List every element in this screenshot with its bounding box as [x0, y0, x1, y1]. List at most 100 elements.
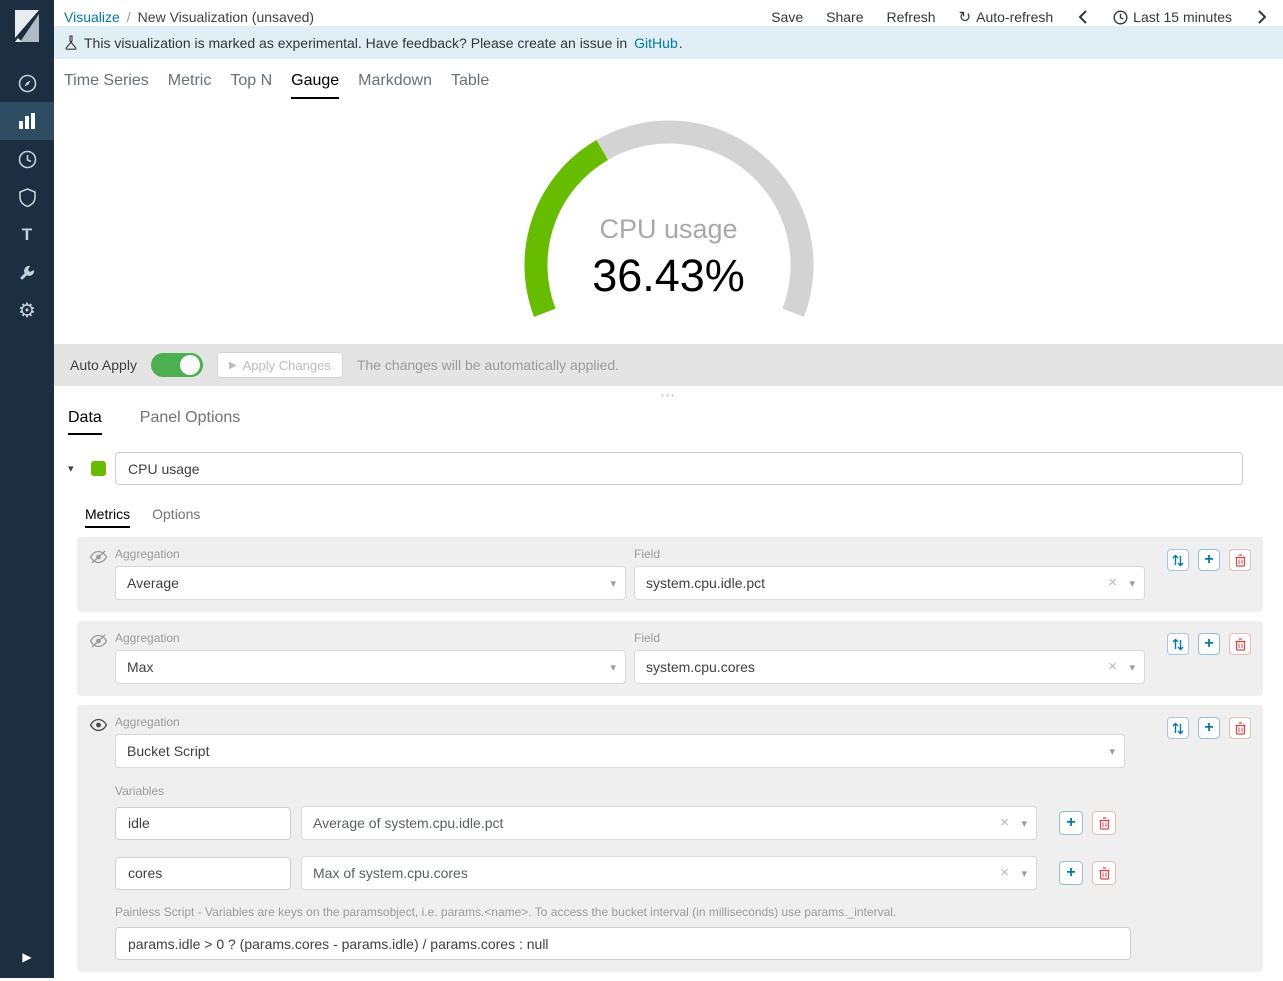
variable-row: Max of system.cpu.cores × ▾ +: [115, 856, 1145, 890]
delete-variable-button[interactable]: [1092, 861, 1116, 885]
tab-markdown[interactable]: Markdown: [358, 72, 432, 99]
banner-period: .: [679, 35, 683, 51]
chevron-down-icon: ▾: [610, 577, 616, 590]
delete-metric-button[interactable]: [1229, 549, 1251, 571]
clear-icon[interactable]: ×: [1108, 574, 1117, 591]
clear-icon[interactable]: ×: [1000, 814, 1009, 831]
auto-apply-toggle[interactable]: [151, 353, 203, 377]
series-name-input[interactable]: [115, 452, 1243, 485]
reorder-metric-button[interactable]: [1167, 717, 1189, 739]
eye-slash-icon[interactable]: [89, 547, 115, 600]
eye-slash-icon[interactable]: [89, 631, 115, 684]
tab-metric[interactable]: Metric: [168, 72, 212, 99]
aggregation-label: Aggregation: [115, 547, 626, 561]
breadcrumb-visualize-link[interactable]: Visualize: [64, 9, 120, 25]
experimental-banner-text: This visualization is marked as experime…: [84, 35, 627, 51]
variable-row: Average of system.cpu.idle.pct × ▾ +: [115, 806, 1145, 840]
main-area: Visualize / New Visualization (unsaved) …: [54, 0, 1283, 978]
chevron-down-icon: ▾: [1109, 745, 1115, 758]
variable-name-input[interactable]: [115, 857, 291, 890]
time-range-label: Last 15 minutes: [1133, 9, 1232, 25]
share-button[interactable]: Share: [826, 9, 863, 25]
add-metric-button[interactable]: +: [1198, 717, 1220, 739]
nav-discover-icon[interactable]: [0, 64, 54, 102]
eye-icon[interactable]: [89, 715, 115, 960]
breadcrumb-separator: /: [127, 9, 131, 25]
nav-management-gear-icon[interactable]: ⚙: [0, 292, 54, 330]
nav-visualize-icon[interactable]: [0, 102, 54, 140]
tab-metrics[interactable]: Metrics: [85, 506, 130, 528]
nav-monitoring-clock-icon[interactable]: [0, 140, 54, 178]
metric-row-bucket-script: Aggregation Bucket Script ▾ Variables Av…: [77, 705, 1263, 972]
add-metric-button[interactable]: +: [1198, 633, 1220, 655]
field-select[interactable]: system.cpu.cores × ▾: [634, 650, 1145, 684]
nav-security-shield-icon[interactable]: [0, 178, 54, 216]
variables-block: Variables Average of system.cpu.idle.pct…: [115, 784, 1145, 890]
kibana-logo[interactable]: [12, 9, 42, 48]
field-select[interactable]: system.cpu.idle.pct × ▾: [634, 566, 1145, 600]
delete-variable-button[interactable]: [1092, 811, 1116, 835]
time-forward-chevron-icon[interactable]: [1255, 9, 1269, 25]
chevron-down-icon: ▾: [1129, 661, 1135, 674]
refresh-cycle-icon: ↻: [959, 8, 972, 26]
series-color-swatch[interactable]: [91, 461, 106, 476]
variable-metric-select[interactable]: Max of system.cpu.cores × ▾: [301, 856, 1037, 890]
auto-apply-label: Auto Apply: [70, 357, 137, 373]
chevron-down-icon: ▾: [610, 661, 616, 674]
apply-changes-button[interactable]: ▶ Apply Changes: [217, 352, 343, 378]
clear-icon[interactable]: ×: [1000, 864, 1009, 881]
save-button[interactable]: Save: [771, 9, 803, 25]
clear-icon[interactable]: ×: [1108, 658, 1117, 675]
tab-table[interactable]: Table: [451, 72, 489, 99]
variable-metric-select[interactable]: Average of system.cpu.idle.pct × ▾: [301, 806, 1037, 840]
github-link[interactable]: GitHub: [634, 35, 678, 51]
time-back-chevron-icon[interactable]: [1076, 9, 1090, 25]
chevron-down-icon: ▾: [1021, 867, 1027, 880]
gauge-title: CPU usage: [513, 214, 825, 245]
metric-row-average: Aggregation Average ▾ Field system.cpu.i…: [77, 537, 1263, 612]
delete-metric-button[interactable]: [1229, 717, 1251, 739]
breadcrumb: Visualize / New Visualization (unsaved): [64, 8, 314, 25]
gauge-visualization: CPU usage 36.43%: [54, 99, 1283, 344]
panel-resize-handle[interactable]: ⋯: [54, 386, 1283, 404]
add-variable-button[interactable]: +: [1059, 811, 1083, 835]
variable-name-input[interactable]: [115, 807, 291, 840]
chevron-down-icon: ▾: [1129, 577, 1135, 590]
breadcrumb-current: New Visualization (unsaved): [138, 9, 314, 25]
aggregation-label: Aggregation: [115, 715, 1145, 729]
viz-type-tabs: Time Series Metric Top N Gauge Markdown …: [54, 59, 1283, 99]
aggregation-select[interactable]: Average ▾: [115, 566, 626, 600]
tab-panel-options[interactable]: Panel Options: [140, 409, 241, 435]
series-collapse-caret-icon[interactable]: ▾: [68, 462, 82, 475]
painless-script-input[interactable]: [115, 927, 1131, 960]
tab-options[interactable]: Options: [152, 506, 200, 528]
add-variable-button[interactable]: +: [1059, 861, 1083, 885]
time-range-picker[interactable]: Last 15 minutes: [1113, 9, 1232, 25]
nav-collapse-icon[interactable]: ▶: [0, 942, 54, 972]
painless-script-note: Painless Script - Variables are keys on …: [115, 905, 1145, 919]
series-row: ▾: [68, 452, 1243, 485]
play-icon: ▶: [229, 360, 237, 371]
aggregation-select[interactable]: Max ▾: [115, 650, 626, 684]
add-metric-button[interactable]: +: [1198, 549, 1220, 571]
aggregation-label: Aggregation: [115, 631, 626, 645]
gauge-value: 36.43%: [513, 250, 825, 302]
variables-label: Variables: [115, 784, 1145, 798]
reorder-metric-button[interactable]: [1167, 549, 1189, 571]
refresh-button[interactable]: Refresh: [887, 9, 936, 25]
aggregation-select[interactable]: Bucket Script ▾: [115, 734, 1125, 768]
nav-timelion-icon[interactable]: T: [0, 216, 54, 254]
experimental-banner: This visualization is marked as experime…: [54, 26, 1283, 59]
nav-devtools-wrench-icon[interactable]: [0, 254, 54, 292]
delete-metric-button[interactable]: [1229, 633, 1251, 655]
tab-gauge[interactable]: Gauge: [291, 72, 339, 99]
tab-top-n[interactable]: Top N: [230, 72, 272, 99]
field-label: Field: [634, 547, 1145, 561]
auto-refresh-button[interactable]: ↻ Auto-refresh: [959, 8, 1054, 26]
tab-time-series[interactable]: Time Series: [64, 72, 149, 99]
reorder-metric-button[interactable]: [1167, 633, 1189, 655]
editor-tabs: Data Panel Options: [54, 404, 1283, 435]
top-bar: Visualize / New Visualization (unsaved) …: [54, 0, 1283, 26]
tab-data[interactable]: Data: [68, 409, 102, 435]
metric-row-max: Aggregation Max ▾ Field system.cpu.cores…: [77, 621, 1263, 696]
